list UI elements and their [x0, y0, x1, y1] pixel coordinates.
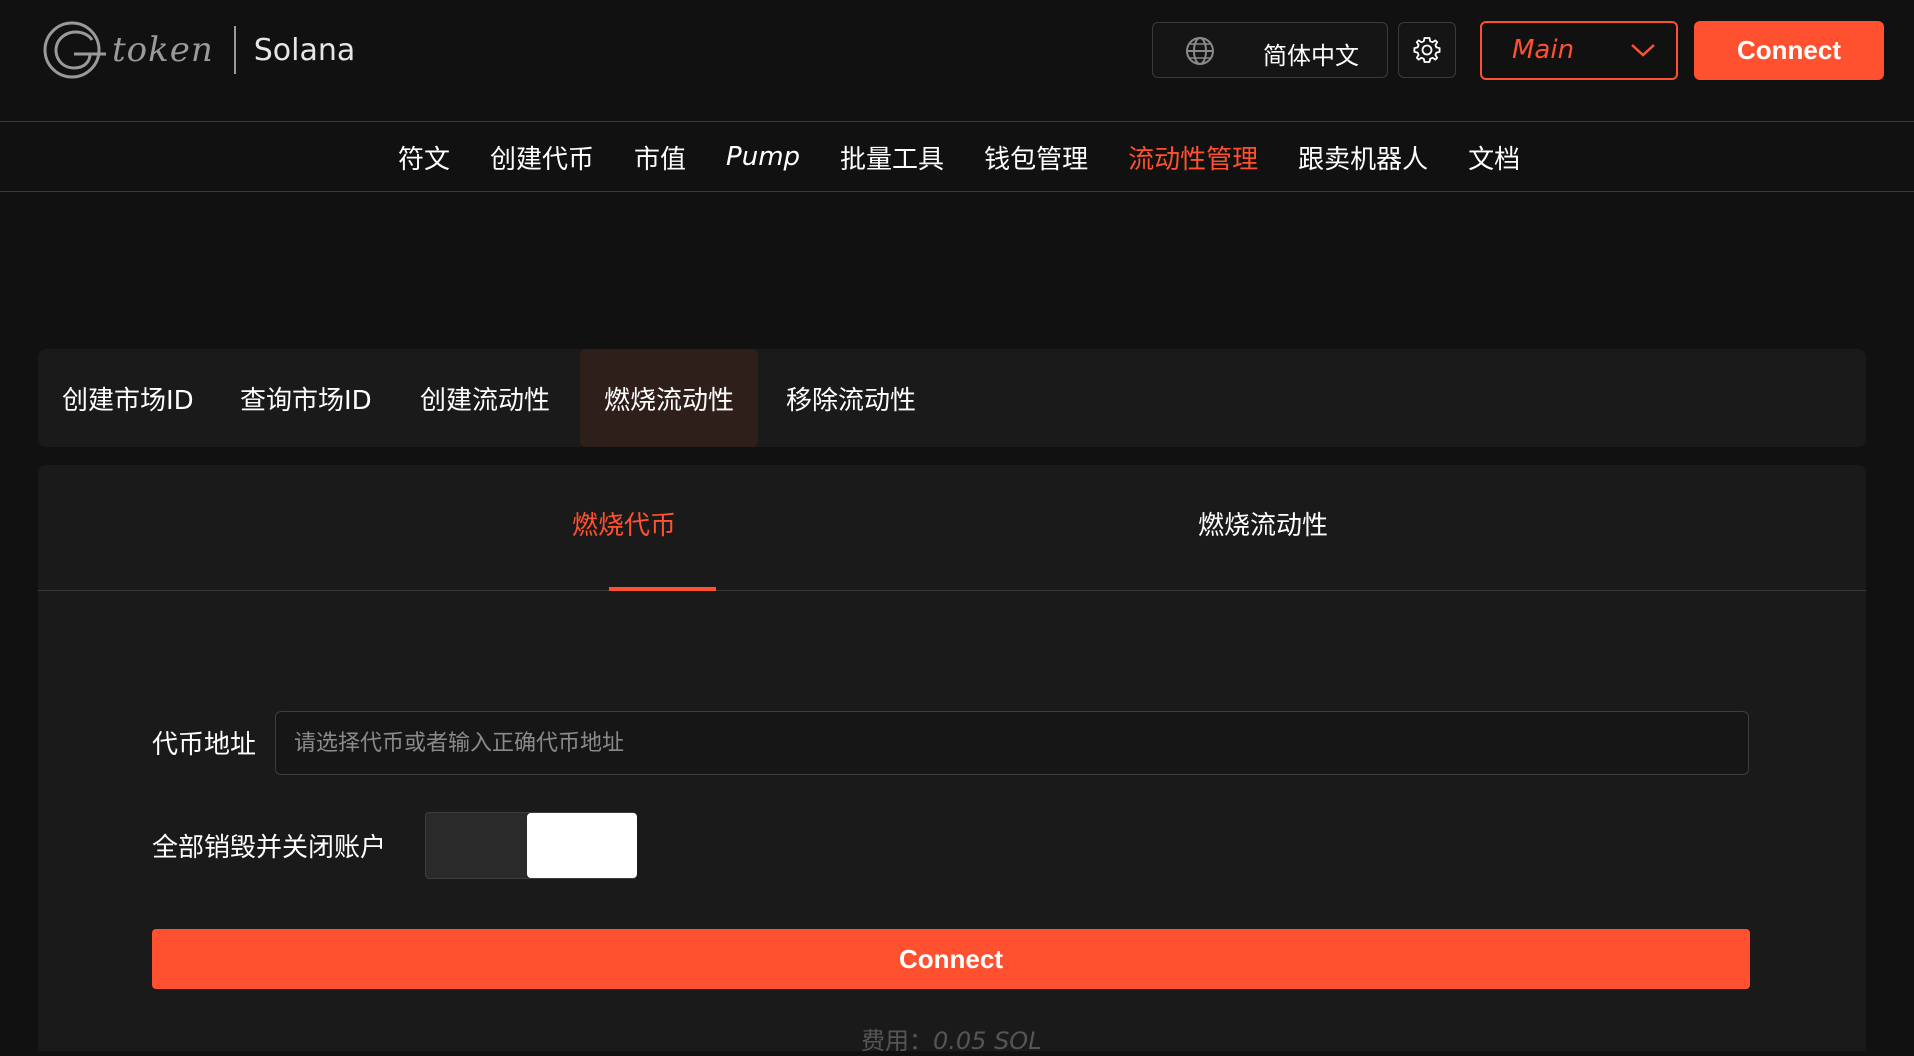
- globe-icon: [1186, 37, 1214, 65]
- logo-text: token: [112, 30, 214, 70]
- connect-button[interactable]: Connect: [152, 929, 1750, 989]
- tab-burn-liquidity[interactable]: 燃烧流动性: [580, 349, 759, 447]
- token-address-input[interactable]: [275, 711, 1749, 775]
- nav-copy-trade-bot[interactable]: 跟卖机器人: [1298, 139, 1428, 176]
- nav-liquidity-management[interactable]: 流动性管理: [1128, 139, 1258, 176]
- subtab-burn-token[interactable]: 燃烧代币: [572, 505, 676, 542]
- logo-divider: [233, 26, 236, 74]
- nav-items: 符文 创建代币 市值 Pump 批量工具 钱包管理 流动性管理 跟卖机器人 文档: [398, 122, 1560, 192]
- nav-pump[interactable]: Pump: [726, 142, 800, 172]
- token-address-label: 代币地址: [152, 730, 257, 760]
- language-label: 简体中文: [1263, 42, 1359, 70]
- logo-g-icon: [43, 21, 106, 79]
- brand-logo[interactable]: token Solana: [40, 18, 355, 82]
- nav-docs[interactable]: 文档: [1468, 139, 1520, 176]
- tab-remove-liquidity[interactable]: 移除流动性: [762, 349, 940, 447]
- burn-form: 代币地址 全部销毁并关闭账户 Connect 费用：0.05 SOL: [38, 591, 1866, 1055]
- nav-runes[interactable]: 符文: [398, 139, 450, 176]
- top-header: token Solana 简体中文 Main Connect: [0, 0, 1914, 122]
- nav-wallet-management[interactable]: 钱包管理: [984, 139, 1088, 176]
- liquidity-tabs: 创建市场ID 查询市场ID 创建流动性 燃烧流动性 移除流动性: [38, 349, 1866, 447]
- fee-value: 0.05 SOL: [933, 1027, 1042, 1055]
- settings-button[interactable]: [1398, 22, 1456, 78]
- toggle-knob: [527, 813, 637, 878]
- tab-query-market-id[interactable]: 查询市场ID: [216, 349, 396, 447]
- nav-create-token[interactable]: 创建代币: [490, 139, 594, 176]
- tab-create-liquidity[interactable]: 创建流动性: [396, 349, 574, 447]
- subtab-burn-liquidity[interactable]: 燃烧流动性: [1198, 505, 1328, 542]
- nav-market-cap[interactable]: 市值: [634, 139, 686, 176]
- close-account-toggle[interactable]: [425, 812, 637, 879]
- header-connect-button[interactable]: Connect: [1694, 21, 1884, 80]
- tab-create-market-id[interactable]: 创建市场ID: [38, 349, 218, 447]
- fee-info: 费用：0.05 SOL: [861, 1021, 1042, 1056]
- main-nav: 符文 创建代币 市值 Pump 批量工具 钱包管理 流动性管理 跟卖机器人 文档: [0, 122, 1914, 192]
- close-account-label: 全部销毁并关闭账户: [152, 833, 387, 863]
- chain-label: Solana: [253, 32, 356, 68]
- fee-label: 费用：: [861, 1027, 933, 1055]
- chevron-down-icon: [1631, 44, 1655, 57]
- nav-batch-tools[interactable]: 批量工具: [840, 139, 944, 176]
- gear-icon: [1413, 37, 1441, 63]
- language-selector[interactable]: 简体中文: [1152, 22, 1388, 78]
- network-label: Main: [1512, 35, 1575, 65]
- network-select[interactable]: Main: [1480, 21, 1678, 80]
- burn-subtabs: 燃烧代币 燃烧流动性: [38, 465, 1866, 591]
